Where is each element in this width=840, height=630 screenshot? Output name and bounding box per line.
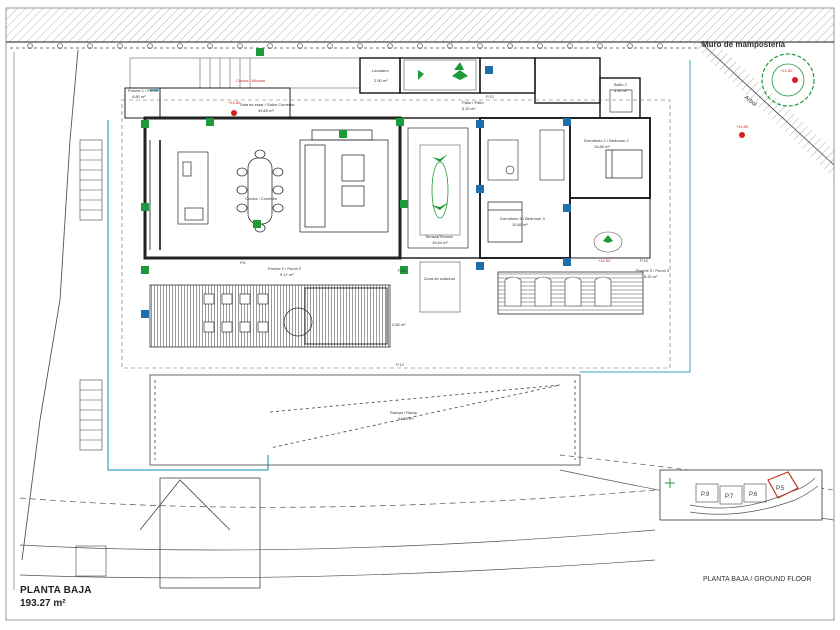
plan-area: 193.27 m² bbox=[20, 598, 66, 609]
label-laundry: Lavadero bbox=[372, 68, 389, 73]
sofa bbox=[299, 129, 389, 233]
bedroom-2 bbox=[605, 149, 643, 179]
right-deck bbox=[497, 271, 644, 315]
label-pillar-3: P.15 bbox=[398, 268, 406, 273]
kitchen bbox=[149, 140, 209, 250]
top-patio bbox=[403, 59, 477, 91]
label-level-3: +14.50 bbox=[780, 68, 793, 73]
porch-deck bbox=[149, 284, 391, 348]
label-living-area: 39.60 m² bbox=[258, 108, 274, 113]
left-stairs bbox=[79, 139, 103, 451]
ramp bbox=[149, 374, 581, 466]
label-level-4: +14.50 bbox=[598, 258, 611, 263]
key-lot-1: P.9 bbox=[701, 492, 710, 498]
label-pool-path: Zona de solarium bbox=[424, 276, 456, 281]
plan-title: PLANTA BAJA bbox=[20, 585, 92, 596]
label-porch-2-area: 9.17 m² bbox=[280, 272, 294, 277]
label-bedroom-3-area: 10.80 m² bbox=[512, 222, 528, 227]
label-terrace-area: 19.64 m² bbox=[432, 240, 448, 245]
label-bedroom-2-area: 15.80 m² bbox=[594, 144, 610, 149]
plan-caption: PLANTA BAJA / GROUND FLOOR bbox=[703, 576, 812, 583]
label-patio-area: 5.20 m² bbox=[462, 106, 476, 111]
label-pillar-4: P.19 bbox=[640, 258, 648, 263]
key-lot-2: P.7 bbox=[725, 494, 734, 500]
label-pillar-5: P.12 bbox=[486, 94, 494, 99]
label-laundry-area: 2.50 m² bbox=[374, 78, 388, 83]
label-bedroom-3: Dormitorio 3 / Bedroom 3 bbox=[500, 216, 545, 221]
dining-table bbox=[236, 149, 284, 233]
label-porch-3-area: 8.20 m² bbox=[644, 274, 658, 279]
key-plan: P.9 P.7 P.6 P.5 bbox=[659, 469, 823, 521]
label-pillar-1: P.8 bbox=[240, 260, 246, 265]
house-walls bbox=[124, 57, 651, 260]
entry-steps bbox=[129, 57, 361, 89]
label-bedroom-2: Dormitorio 2 / Bedroom 2 bbox=[584, 138, 629, 143]
level-markers bbox=[231, 77, 798, 138]
tree-icon bbox=[761, 53, 815, 107]
label-porch-area: 4.80 m² bbox=[132, 94, 146, 99]
label-ramp: Rampa / Ramp bbox=[390, 410, 418, 415]
label-living: Sala de estar / Salón Comedor bbox=[240, 102, 295, 107]
label-porch-2: Porche 2 / Porch 2 bbox=[268, 266, 302, 271]
garden-plant bbox=[593, 231, 623, 253]
key-lot-4: P.5 bbox=[776, 486, 785, 492]
label-deck: 2.60 m² bbox=[392, 322, 406, 327]
label-bath: Baño 2 bbox=[614, 82, 627, 87]
label-pillar-2: P.13 bbox=[396, 362, 404, 367]
key-lot-3: P.6 bbox=[749, 492, 758, 498]
entry-gate bbox=[139, 477, 261, 589]
label-level-2: +14.50 bbox=[736, 124, 749, 129]
label-ramp-area: 94.00 m² bbox=[398, 416, 414, 421]
site-boundary-left bbox=[21, 49, 79, 561]
label-kitchen: Cocina / Kitchen bbox=[236, 78, 265, 83]
label-level-1: +14.50 bbox=[228, 100, 241, 105]
label-boundary-wall: Muro de mampostería bbox=[702, 40, 786, 49]
boundary-markers bbox=[27, 43, 663, 49]
label-porch-3: Porche 3 / Porch 3 bbox=[636, 268, 670, 273]
label-porch: Porche 1 / Porch bbox=[128, 88, 158, 93]
label-terrace: Terraza/Terrace bbox=[425, 234, 454, 239]
right-wall-hatch bbox=[690, 42, 834, 178]
label-dining: Cocina / Comedor bbox=[245, 196, 278, 201]
floor-plan: Muro de mampostería Porche 1 / Porch 4.8… bbox=[5, 7, 835, 621]
top-wall-hatch bbox=[6, 8, 834, 42]
label-patio: Patio / Patio bbox=[462, 100, 484, 105]
label-bath-area: 4.20 m² bbox=[614, 88, 628, 93]
interior-patio bbox=[407, 127, 469, 313]
